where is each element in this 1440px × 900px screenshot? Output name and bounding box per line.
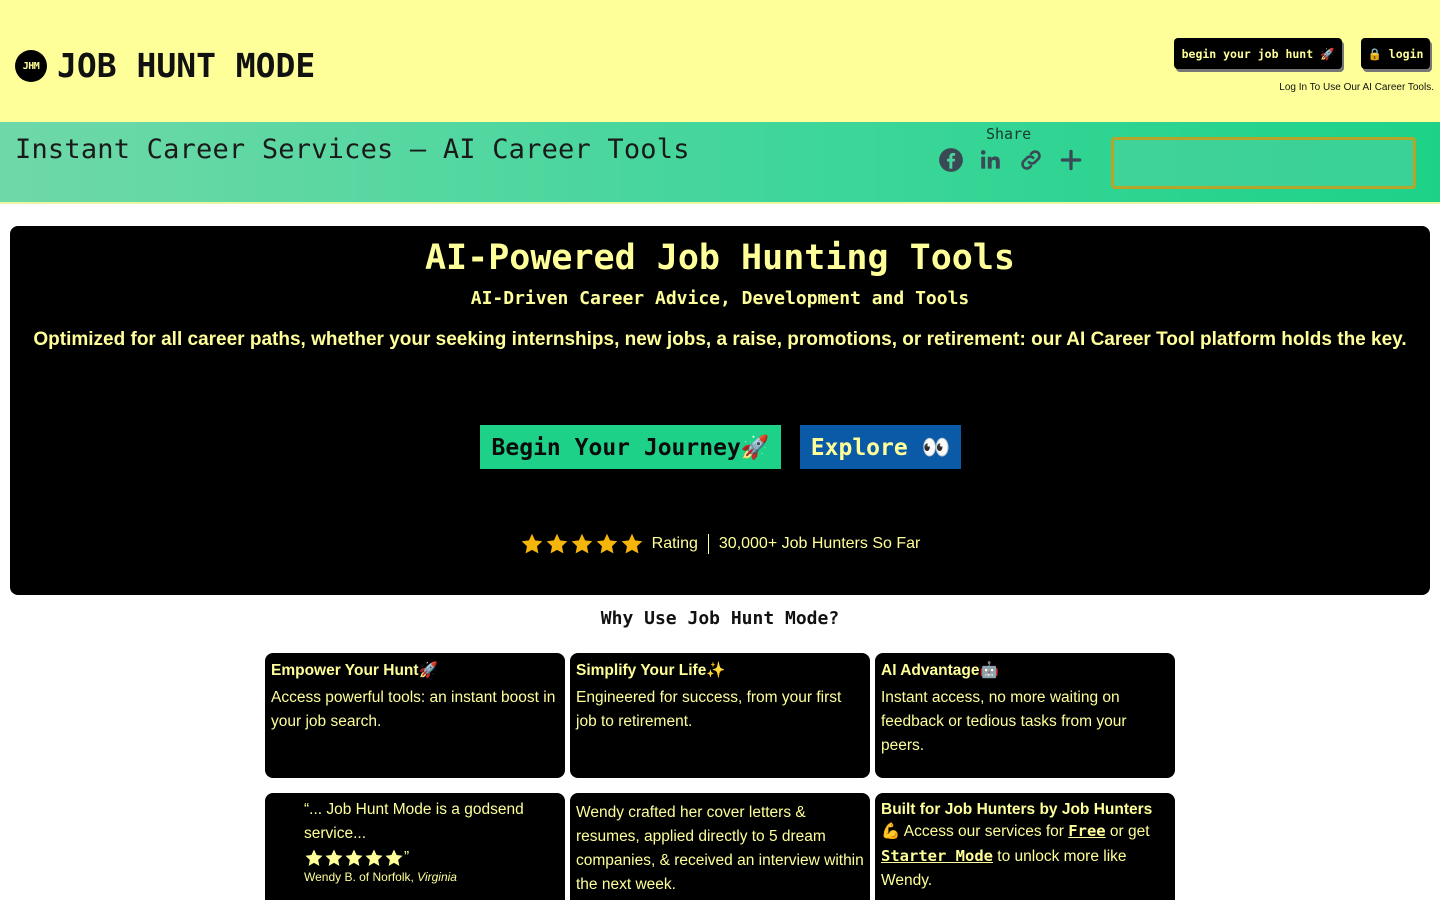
testimonial-author: Wendy B. of Norfolk, Virginia [304,870,544,884]
login-button[interactable]: 🔒 login [1361,38,1430,69]
star-icon [345,849,363,866]
card-heading: Built for Job Hunters by Job Hunters [881,801,1153,818]
begin-journey-button[interactable]: Begin Your Journey🚀 [480,425,781,469]
card-heading: Simplify Your Life✨ [576,662,726,679]
feature-card-ai-advantage: AI Advantage🤖 Instant access, no more wa… [875,653,1175,778]
star-icon [596,533,617,554]
hero-section: AI-Powered Job Hunting Tools AI-Driven C… [10,226,1430,595]
why-title: Why Use Job Hunt Mode? [600,608,840,629]
built-text-mid: or get [1109,823,1150,840]
star-icon [365,849,383,866]
testimonial-card: “... Job Hunt Mode is a godsend service.… [265,793,565,900]
hero-description: Optimized for all career paths, whether … [33,329,1407,350]
begin-job-hunt-button[interactable]: begin your job hunt 🚀 [1174,38,1342,69]
plus-icon[interactable] [1057,146,1085,174]
star-icon [325,849,343,866]
star-icon [621,533,642,554]
testimonial-quote-close: ” [404,849,410,866]
facebook-icon[interactable] [937,146,965,174]
built-for-card: Built for Job Hunters by Job Hunters 💪 A… [875,793,1175,900]
feature-card-empower: Empower Your Hunt🚀 Access powerful tools… [265,653,565,778]
rating-label: Rating [651,535,698,552]
card-body: Access powerful tools: an instant boost … [271,689,556,730]
testimonial: “... Job Hunt Mode is a godsend service.… [304,798,544,884]
explore-button[interactable]: Explore 👀 [800,425,961,469]
logo-badge[interactable]: JHM [15,50,47,82]
logo-text[interactable]: JOB HUNT MODE [57,46,315,85]
star-icon [305,849,323,866]
rating-divider [707,534,709,554]
card-body: Instant access, no more waiting on feedb… [881,689,1127,754]
star-icon [546,533,567,554]
star-icon [571,533,592,554]
testimonial-rating: ” [304,846,544,870]
share-label: Share [986,125,1032,143]
card-heading: AI Advantage🤖 [881,662,999,679]
link-icon[interactable] [1017,146,1045,174]
rating-count: 30,000+ Job Hunters So Far [718,535,921,552]
hero-title: AI-Powered Job Hunting Tools [424,238,1015,278]
story-text: Wendy crafted her cover letters & resume… [576,804,864,893]
linkedin-icon[interactable] [977,146,1005,174]
starter-mode-link[interactable]: Starter Mode [881,847,993,865]
banner-ad-slot [1111,137,1416,189]
page-banner: Instant Career Services – AI Career Tool… [0,122,1440,204]
star-icon [385,849,403,866]
free-link[interactable]: Free [1068,822,1105,840]
testimonial-quote: “... Job Hunt Mode is a godsend service.… [304,801,524,842]
page-title: Instant Career Services – AI Career Tool… [15,134,690,165]
login-note: Log In To Use Our AI Career Tools. [1279,82,1434,93]
story-card: Wendy crafted her cover letters & resume… [570,793,870,900]
built-text-pre: 💪 Access our services for [881,823,1064,840]
card-body: 💪 Access our services for Free or get St… [881,819,1169,893]
site-header: JHM JOB HUNT MODE begin your job hunt 🚀 … [0,0,1440,122]
card-heading: Empower Your Hunt🚀 [271,662,438,679]
author-name: Wendy B. of Norfolk, [304,870,414,884]
star-icon [521,533,542,554]
feature-card-simplify: Simplify Your Life✨ Engineered for succe… [570,653,870,778]
card-body: Engineered for success, from your first … [576,689,842,730]
author-location: Virginia [417,870,457,884]
rating-stars [520,532,644,556]
hero-subtitle: AI-Driven Career Advice, Development and… [470,288,970,309]
rating-row: Rating 30,000+ Job Hunters So Far [10,532,1430,556]
